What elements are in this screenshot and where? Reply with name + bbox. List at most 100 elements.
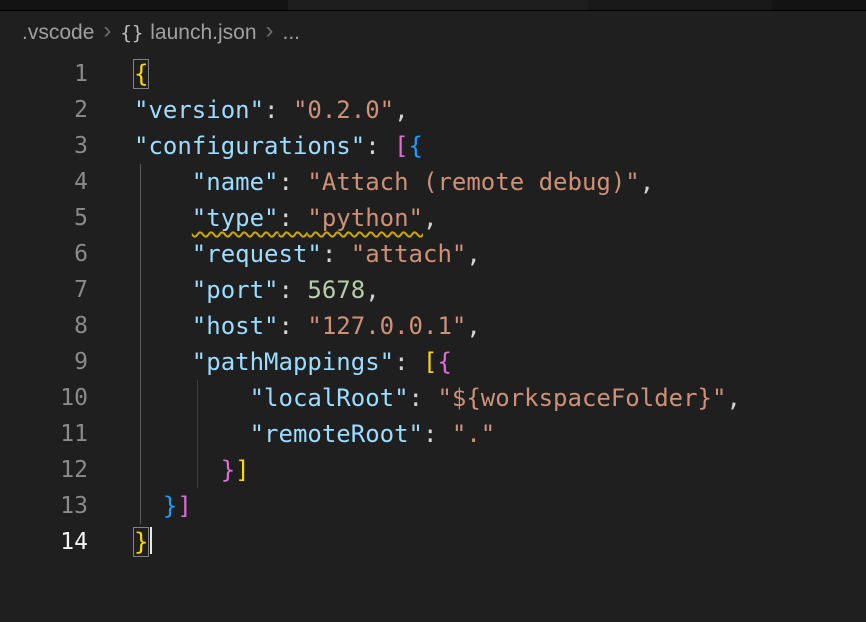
code-token: } xyxy=(221,456,235,484)
code-text: "pathMappings": [{ xyxy=(134,344,452,380)
code-token: "pathMappings" xyxy=(192,348,394,376)
tab-bar-segment xyxy=(288,0,588,10)
code-token: [ xyxy=(423,348,437,376)
code-token xyxy=(134,456,221,484)
code-token xyxy=(134,348,192,376)
code-line[interactable]: 3 "configurations": [{ xyxy=(0,128,866,164)
code-token: "localRoot" xyxy=(250,384,409,412)
code-token: "port" xyxy=(192,276,279,304)
code-token: : xyxy=(279,168,308,196)
code-line[interactable]: 14} xyxy=(0,524,866,560)
code-token xyxy=(134,204,192,232)
code-token: "127.0.0.1" xyxy=(307,312,466,340)
code-text: } xyxy=(134,524,152,560)
line-number[interactable]: 9 xyxy=(0,344,88,380)
code-token: "attach" xyxy=(351,240,467,268)
code-token: ] xyxy=(235,456,249,484)
code-text: "version": "0.2.0", xyxy=(134,92,409,128)
breadcrumb-item-symbol-more[interactable]: ... xyxy=(283,21,301,45)
code-text: "type": "python", xyxy=(134,200,437,236)
line-number[interactable]: 1 xyxy=(0,56,88,92)
code-token: , xyxy=(466,240,480,268)
breadcrumb: .vscode › {} launch.json › ... xyxy=(0,11,866,55)
code-token: , xyxy=(365,276,379,304)
code-token: , xyxy=(640,168,654,196)
code-line[interactable]: 5 "type": "python", xyxy=(0,200,866,236)
code-line[interactable]: 8 "host": "127.0.0.1", xyxy=(0,308,866,344)
code-line[interactable]: 13 }] xyxy=(0,488,866,524)
code-line[interactable]: 11 "remoteRoot": "." xyxy=(0,416,866,452)
code-token: : xyxy=(365,132,394,160)
line-number[interactable]: 10 xyxy=(0,380,88,416)
vscode-editor-window: .vscode › {} launch.json › ... 1{2"versi… xyxy=(0,0,866,622)
code-token: "host" xyxy=(192,312,279,340)
code-token: { xyxy=(409,132,423,160)
text-cursor xyxy=(150,527,152,554)
breadcrumb-item-vscode-folder[interactable]: .vscode xyxy=(22,21,94,45)
code-token-warning: : xyxy=(279,204,308,232)
code-token: { xyxy=(134,60,148,88)
code-token: "0.2.0" xyxy=(293,96,394,124)
chevron-right-icon: › xyxy=(103,19,111,43)
code-token-warning: "type" xyxy=(192,204,279,232)
line-number[interactable]: 8 xyxy=(0,308,88,344)
code-text: "name": "Attach (remote debug)", xyxy=(134,164,654,200)
code-token: , xyxy=(394,96,408,124)
code-token: ] xyxy=(177,492,191,520)
line-number[interactable]: 13 xyxy=(0,488,88,524)
tab-bar-edge xyxy=(0,0,866,11)
code-token: "${workspaceFolder}" xyxy=(437,384,726,412)
code-token: , xyxy=(726,384,740,412)
line-number[interactable]: 2 xyxy=(0,92,88,128)
indent-guide xyxy=(197,380,198,488)
code-token xyxy=(134,312,192,340)
line-number[interactable]: 11 xyxy=(0,416,88,452)
active-bracket-pair-guide xyxy=(140,164,141,524)
code-text: { xyxy=(134,56,148,92)
line-number[interactable]: 14 xyxy=(0,524,88,560)
code-token xyxy=(134,492,163,520)
code-line[interactable]: 4 "name": "Attach (remote debug)", xyxy=(0,164,866,200)
code-token: "Attach (remote debug)" xyxy=(307,168,639,196)
code-token: : xyxy=(264,96,293,124)
line-number[interactable]: 7 xyxy=(0,272,88,308)
code-token: } xyxy=(163,492,177,520)
code-token: : xyxy=(279,276,308,304)
code-line[interactable]: 1{ xyxy=(0,56,866,92)
code-token: : xyxy=(322,240,351,268)
code-token: "version" xyxy=(134,96,264,124)
code-token xyxy=(134,276,192,304)
editor-code-area[interactable]: 1{2"version": "0.2.0",3"configurations":… xyxy=(0,56,866,560)
json-braces-icon: {} xyxy=(120,22,143,44)
code-line[interactable]: 6 "request": "attach", xyxy=(0,236,866,272)
code-token xyxy=(134,384,250,412)
code-token: 5678 xyxy=(307,276,365,304)
line-number[interactable]: 4 xyxy=(0,164,88,200)
line-number[interactable]: 5 xyxy=(0,200,88,236)
code-text: "port": 5678, xyxy=(134,272,380,308)
line-number[interactable]: 12 xyxy=(0,452,88,488)
code-line[interactable]: 2 "version": "0.2.0", xyxy=(0,92,866,128)
code-text: }] xyxy=(134,488,192,524)
code-token: , xyxy=(466,312,480,340)
code-token: "name" xyxy=(192,168,279,196)
chevron-right-icon: › xyxy=(266,19,274,43)
code-line[interactable]: 12 }] xyxy=(0,452,866,488)
code-token: "." xyxy=(452,420,495,448)
code-token xyxy=(134,168,192,196)
code-line[interactable]: 9 "pathMappings": [{ xyxy=(0,344,866,380)
code-line[interactable]: 10 "localRoot": "${workspaceFolder}", xyxy=(0,380,866,416)
code-token xyxy=(134,240,192,268)
tab-bar-segment xyxy=(588,0,772,10)
line-number[interactable]: 6 xyxy=(0,236,88,272)
breadcrumb-item-launch-json[interactable]: launch.json xyxy=(150,21,256,45)
code-token xyxy=(134,420,250,448)
code-token: : xyxy=(279,312,308,340)
code-token: "remoteRoot" xyxy=(250,420,423,448)
code-text: "configurations": [{ xyxy=(134,128,423,164)
code-text: "request": "attach", xyxy=(134,236,481,272)
code-text: "host": "127.0.0.1", xyxy=(134,308,481,344)
line-number[interactable]: 3 xyxy=(0,128,88,164)
code-token: : xyxy=(423,420,452,448)
code-line[interactable]: 7 "port": 5678, xyxy=(0,272,866,308)
